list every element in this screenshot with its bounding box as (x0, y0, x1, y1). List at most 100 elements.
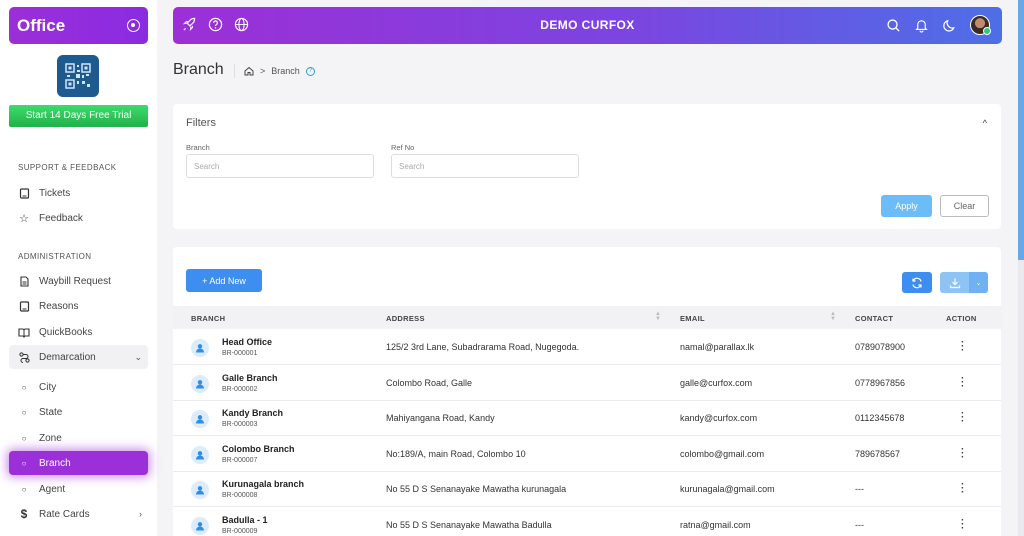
qr-logo-icon (65, 63, 91, 89)
search-icon[interactable] (886, 18, 901, 33)
branch-email: kandy@curfox.com (680, 413, 758, 423)
branch-address: No 55 D S Senanayake Mawatha kurunagala (386, 484, 567, 494)
sort-icon[interactable]: ▲ ▼ (655, 311, 661, 322)
sidebar-item-reasons[interactable]: Reasons (9, 294, 148, 318)
branch-contact: 0789078900 (855, 342, 906, 352)
user-icon (191, 516, 209, 535)
branch-email: galle@curfox.com (680, 377, 753, 388)
brand-title: Office (17, 15, 66, 35)
table-row[interactable]: Kurunagala branch BR-000008 No 55 D S Sena… (173, 472, 1001, 507)
sidebar-item-feedback[interactable]: ☆ Feedback (9, 206, 148, 230)
sidebar-item-state[interactable]: ○ State (9, 400, 148, 424)
more-options-icon[interactable]: · · · (961, 444, 964, 462)
sidebar-item-rate-cards[interactable]: $ Rate Cards › (9, 502, 148, 526)
ref-no-filter-label: Ref No (391, 143, 415, 152)
clear-button[interactable]: Clear (940, 195, 989, 217)
book-icon (18, 326, 30, 338)
free-trial-banner[interactable]: Start 14 Days Free Trial (9, 105, 148, 127)
sidebar-item-zone[interactable]: ○ Zone (9, 426, 148, 450)
sidebar-toggle-icon[interactable] (127, 19, 140, 32)
sort-icon[interactable]: ▲ ▼ (830, 311, 836, 322)
more-options-icon[interactable]: · · · (961, 338, 964, 356)
branch-email: kurunagala@gmail.com (680, 484, 775, 494)
more-options-icon[interactable]: · · · (961, 373, 964, 391)
sidebar-item-label: Demarcation (39, 351, 96, 363)
branch-contact: --- (855, 484, 864, 494)
table-row[interactable]: Galle Branch BR-000002 Colombo Road, Galle… (173, 366, 1001, 401)
moon-icon[interactable] (942, 18, 957, 33)
sidebar-item-agent[interactable]: ○ Agent (9, 477, 148, 501)
refresh-button[interactable] (902, 272, 932, 293)
apply-button[interactable]: Apply (881, 195, 932, 217)
sidebar: Office Start 14 Days Free Trial SUPPORT … (0, 0, 157, 536)
branch-email: ratna@gmail.com (680, 519, 751, 530)
branch-code: BR-000008 (222, 492, 258, 499)
sidebar-item-label: Zone (39, 432, 62, 444)
circle-icon: ○ (21, 458, 27, 468)
scrollbar-thumb[interactable] (1018, 0, 1024, 260)
branch-address: No:189/A, main Road, Colombo 10 (386, 448, 526, 459)
more-options-icon[interactable]: · · · (961, 409, 964, 427)
branch-name[interactable]: Colombo Branch (222, 444, 295, 454)
branch-email: namal@parallax.lk (680, 342, 755, 352)
branch-name[interactable]: Galle Branch (222, 373, 278, 383)
breadcrumb-separator: > (260, 66, 266, 76)
table-row[interactable]: Kandy Branch BR-000003 Mahiyangana Road, K… (173, 401, 1001, 436)
branch-search-input[interactable] (186, 154, 374, 178)
filters-card: Filters ^ Branch Ref No Apply Clear (173, 104, 1001, 229)
ref-no-search-input[interactable] (391, 154, 579, 178)
sidebar-item-city[interactable]: ○ City (9, 375, 148, 399)
more-options-icon[interactable]: · · · (961, 515, 964, 533)
filters-title: Filters (186, 117, 216, 129)
company-logo (57, 55, 99, 97)
download-button[interactable]: ⌄ (940, 272, 988, 293)
table-row[interactable]: Colombo Branch BR-000007 No:189/A, main Ro… (173, 437, 1001, 472)
branch-name[interactable]: Head Office (222, 337, 272, 347)
circle-icon: ○ (21, 407, 27, 417)
info-icon[interactable]: ? (305, 66, 315, 76)
add-new-button[interactable]: + Add New (186, 269, 262, 292)
table-row[interactable]: Head Office BR-000001 125/2 3rd Lane, Suba… (173, 330, 1001, 365)
branch-contact: --- (855, 519, 864, 530)
column-header-branch[interactable]: BRANCH (191, 314, 225, 323)
column-header-contact[interactable]: CONTACT (855, 314, 893, 323)
document-icon (18, 275, 30, 287)
sidebar-item-label: City (39, 381, 57, 393)
branch-name[interactable]: Kurunagala branch (222, 479, 304, 489)
ticket-icon (18, 187, 30, 199)
page-title: Branch (173, 61, 224, 78)
chevron-up-icon[interactable]: ^ (983, 118, 987, 128)
section-heading-support: SUPPORT & FEEDBACK (18, 163, 117, 172)
chevron-down-icon[interactable]: ⌄ (969, 272, 988, 293)
table-row[interactable]: Badulla - 1 BR-000009 No 55 D S Senanayake… (173, 508, 1001, 536)
sidebar-item-waybill-request[interactable]: Waybill Request (9, 269, 148, 293)
sidebar-item-quickbooks[interactable]: QuickBooks (9, 320, 148, 344)
sidebar-item-label: Reasons (39, 300, 79, 312)
page-scrollbar[interactable] (1018, 0, 1024, 536)
breadcrumb-current: Branch (271, 66, 300, 76)
column-header-address[interactable]: ADDRESS (386, 314, 425, 323)
sidebar-item-label: Waybill Request (39, 275, 111, 287)
more-options-icon[interactable]: · · · (961, 480, 964, 498)
branch-name[interactable]: Badulla - 1 (222, 515, 268, 525)
app-title: DEMO CURFOX (540, 18, 635, 32)
bell-icon[interactable] (914, 18, 929, 33)
branch-address: Mahiyangana Road, Kandy (386, 413, 495, 423)
branch-name[interactable]: Kandy Branch (222, 408, 283, 418)
sidebar-item-branch[interactable]: ○ Branch (9, 451, 148, 475)
circle-icon: ○ (21, 484, 27, 494)
sidebar-item-demarcation[interactable]: Demarcation ⌄ (9, 345, 148, 369)
home-icon[interactable] (244, 66, 254, 76)
avatar[interactable] (970, 15, 991, 35)
section-heading-administration: ADMINISTRATION (18, 252, 92, 261)
sidebar-item-tickets[interactable]: Tickets (9, 181, 148, 205)
branch-code: BR-000009 (222, 527, 258, 535)
topbar: DEMO CURFOX (173, 7, 1002, 44)
user-icon (191, 374, 209, 393)
user-icon (191, 339, 209, 357)
user-icon (191, 481, 209, 499)
refresh-icon (912, 277, 922, 288)
download-icon (949, 278, 960, 288)
branch-code: BR-000001 (222, 350, 258, 357)
column-header-email[interactable]: EMAIL (680, 314, 705, 323)
